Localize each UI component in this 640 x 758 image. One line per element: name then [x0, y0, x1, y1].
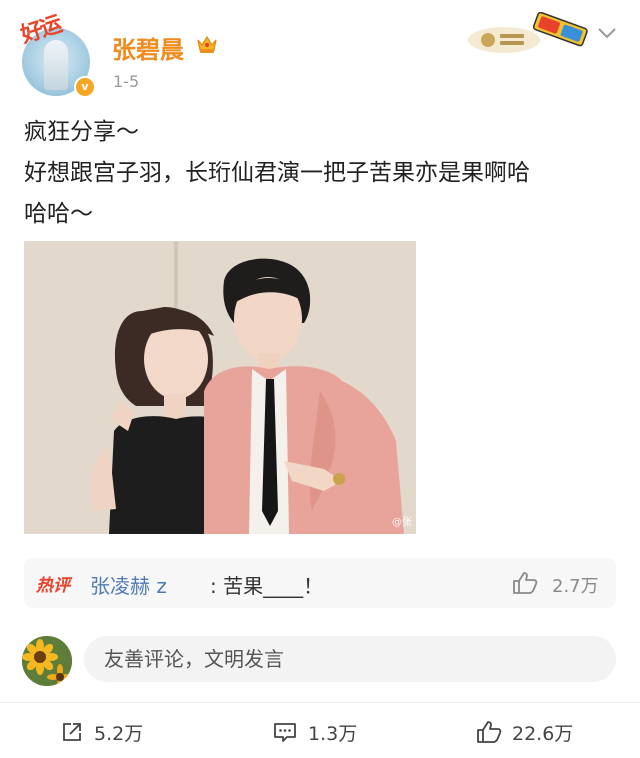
- chevron-down-icon[interactable]: [597, 26, 617, 40]
- hot-comment-author[interactable]: 张凌赫 z: [90, 570, 167, 599]
- comment-input[interactable]: [84, 636, 616, 682]
- post-text-line: 好想跟宫子羽，长珩仙君演一把子苦果亦是果啊哈: [24, 160, 530, 186]
- photo-watermark: @张: [392, 517, 412, 528]
- 3d-glasses-badge-icon[interactable]: [464, 12, 592, 54]
- repost-button[interactable]: 5.2万: [60, 716, 143, 748]
- like-button[interactable]: 22.6万: [476, 716, 573, 748]
- photo-illustration: [24, 241, 416, 534]
- like-count: 22.6万: [512, 722, 574, 745]
- repost-count: 5.2万: [94, 722, 144, 745]
- crown-icon: [197, 35, 217, 53]
- author-name[interactable]: 张碧晨: [112, 30, 184, 65]
- verified-badge-icon: v: [74, 76, 96, 98]
- post-body: 疯狂分享～ 好想跟宫子羽，长珩仙君演一把子苦果亦是果啊哈 哈哈～: [24, 112, 624, 235]
- post-photo[interactable]: @张: [24, 241, 416, 534]
- thumbs-up-icon[interactable]: [512, 571, 538, 595]
- post-text-line: 哈哈～: [24, 201, 93, 227]
- comment-count: 1.3万: [308, 722, 358, 745]
- comment-button[interactable]: 1.3万: [272, 716, 357, 748]
- share-icon: [63, 723, 81, 741]
- hot-comment-text: : 苦果____！: [210, 574, 324, 598]
- divider: [0, 702, 640, 703]
- post-time: 1-5: [113, 72, 140, 91]
- hot-comment-like-count: 2.7万: [552, 576, 599, 597]
- author-avatar[interactable]: 好运 v: [18, 11, 96, 98]
- comment-icon: [274, 723, 296, 742]
- thumbs-up-icon: [477, 721, 502, 743]
- my-avatar[interactable]: [22, 636, 72, 686]
- sunflower-icon: [22, 636, 72, 686]
- hot-comment[interactable]: 热评 张凌赫 z : 苦果____！ 2.7万: [24, 558, 616, 608]
- hot-comment-tag: 热评: [36, 576, 70, 596]
- post-text-line: 疯狂分享～: [24, 119, 139, 145]
